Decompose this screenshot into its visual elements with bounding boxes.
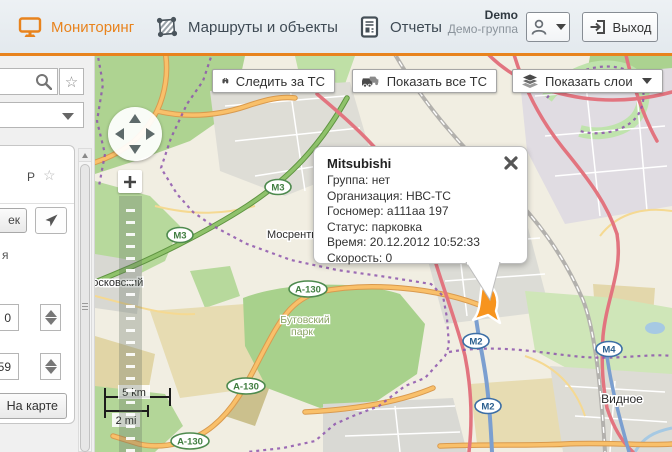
tab-routes-objects[interactable]: Маршруты и объекты (155, 12, 338, 42)
star-icon: ☆ (65, 73, 78, 91)
label-vidnoe: Видное (601, 392, 643, 406)
tab-routes-objects-label: Маршруты и объекты (188, 19, 338, 36)
user-icon (530, 18, 548, 36)
user-name: Demo (448, 8, 518, 22)
badge-a130-b: А-130 (227, 378, 265, 394)
chevron-down-icon (62, 113, 74, 120)
zoom-slider-ticks (126, 200, 135, 452)
show-all-vehicles-label: Показать все ТС (387, 74, 487, 89)
popup-line-plate: Госномер: а111аа 197 (327, 204, 515, 220)
chevron-down-icon (642, 78, 652, 84)
tab-reports-label: Отчеты (390, 19, 442, 36)
locate-button[interactable] (35, 207, 67, 234)
truncated-button[interactable]: ек (0, 208, 27, 233)
user-menu-button[interactable] (526, 12, 570, 42)
pan-left-icon[interactable] (115, 128, 124, 140)
scroll-up-button[interactable] (79, 149, 91, 162)
spinner-bottom-input[interactable] (0, 353, 19, 380)
svg-text:А-130: А-130 (177, 437, 203, 448)
badge-m3-a: М3 (265, 180, 291, 195)
spinner-up-icon[interactable] (45, 310, 57, 317)
location-arrow-icon (44, 213, 59, 228)
badge-m2-b: М2 (475, 399, 501, 414)
popup-line-status: Статус: парковка (327, 220, 515, 236)
follow-vehicle-label: Следить за ТС (236, 74, 325, 89)
user-info: Demo Демо-группа (448, 8, 518, 36)
panel-letter: Р (27, 170, 35, 184)
tab-monitoring[interactable]: Мониторинг (18, 12, 134, 42)
scrollbar-thumb[interactable] (80, 164, 90, 452)
spinner-top-input[interactable] (0, 304, 19, 331)
binoculars-icon (222, 74, 229, 88)
tab-reports[interactable]: Отчеты (358, 12, 442, 42)
show-layers-button[interactable]: Показать слои (512, 69, 663, 93)
favorites-button[interactable]: ☆ (59, 68, 84, 95)
show-all-vehicles-button[interactable]: Показать все ТС (352, 69, 497, 93)
search-icon (35, 73, 52, 90)
user-group: Демо-группа (448, 22, 518, 36)
close-icon[interactable] (503, 155, 519, 171)
svg-text:М2: М2 (469, 337, 482, 348)
layers-icon (522, 74, 538, 89)
spinner-down-icon[interactable] (45, 318, 57, 325)
vehicles-icon (362, 74, 380, 88)
spinner-up-icon[interactable] (45, 359, 57, 366)
monitor-icon (18, 15, 42, 39)
pan-right-icon[interactable] (146, 128, 155, 140)
svg-text:М3: М3 (271, 183, 284, 194)
label-butovsky-1: Бутовский (280, 314, 330, 326)
svg-text:М2: М2 (481, 402, 494, 413)
popup-line-speed: Скорость: 0 (327, 251, 515, 267)
zoom-in-button[interactable] (118, 170, 142, 193)
badge-m2-a: М2 (463, 334, 489, 349)
label-butovsky-2: парк (291, 326, 313, 338)
spinner-down-icon[interactable] (45, 367, 57, 374)
plus-icon (123, 175, 137, 189)
badge-m3-b: М3 (167, 228, 193, 243)
pan-up-icon[interactable] (129, 114, 141, 123)
sidebar: ☆ Р ☆ ек я На карте (0, 56, 95, 452)
map-pan-control[interactable] (108, 107, 162, 161)
svg-text:М4: М4 (602, 345, 616, 356)
vehicle-info-popup: Mitsubishi Группа: нет Организация: НВС-… (313, 146, 528, 264)
tab-monitoring-label: Мониторинг (51, 19, 134, 36)
scrollbar-grip (82, 303, 88, 312)
pan-down-icon[interactable] (129, 145, 141, 154)
popup-line-time: Время: 20.12.2012 10:52:33 (327, 235, 515, 251)
truncated-label: я (2, 248, 9, 262)
routes-polygon-icon (155, 15, 179, 39)
reports-icon (358, 15, 381, 39)
zoom-slider[interactable] (119, 196, 142, 452)
badge-m4: М4 (596, 342, 622, 357)
svg-text:М3: М3 (173, 231, 186, 242)
exit-icon (589, 18, 607, 36)
follow-vehicle-button[interactable]: Следить за ТС (212, 69, 335, 93)
chevron-down-icon (556, 24, 566, 30)
logout-label: Выход (613, 20, 652, 35)
badge-a130-a: А-130 (289, 281, 327, 297)
sidebar-scrollbar[interactable] (78, 148, 92, 452)
svg-text:А-130: А-130 (295, 285, 321, 296)
popup-line-group: Группа: нет (327, 173, 515, 189)
on-map-button[interactable]: На карте (0, 393, 67, 419)
vehicle-panel: Р ☆ ек я На карте (0, 145, 75, 424)
logout-button[interactable]: Выход (582, 12, 658, 42)
group-dropdown[interactable] (0, 102, 84, 128)
svg-text:А-130: А-130 (233, 382, 259, 393)
spinner-top-arrows[interactable] (40, 304, 61, 331)
panel-divider (0, 203, 74, 204)
top-navigation-bar: Мониторинг Маршруты и объекты Отчеты (0, 0, 672, 56)
popup-title: Mitsubishi (327, 156, 515, 171)
star-icon[interactable]: ☆ (43, 167, 56, 184)
spinner-bottom-arrows[interactable] (40, 353, 61, 380)
badge-a130-c: А-130 (171, 433, 209, 449)
show-layers-label: Показать слои (545, 74, 633, 89)
popup-line-organization: Организация: НВС-ТС (327, 189, 515, 205)
